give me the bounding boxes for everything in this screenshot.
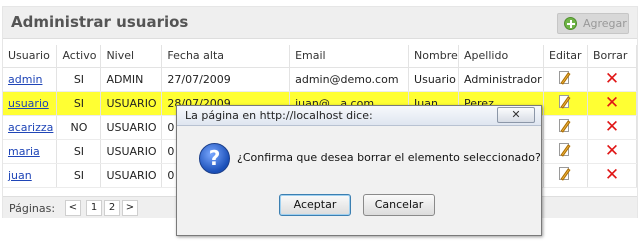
page-1-button[interactable]: 1 [86,200,102,216]
col-fecha-alta[interactable]: Fecha alta [161,45,291,68]
cell-activo: SI [56,67,102,92]
col-usuario[interactable]: Usuario [3,45,58,68]
edit-icon[interactable] [558,94,572,110]
delete-icon[interactable]: ✕ [605,166,619,183]
pagination-label: Páginas: [9,202,56,215]
col-apellido[interactable]: Apellido [458,45,544,68]
edit-icon[interactable] [558,118,572,134]
page-2-button[interactable]: 2 [104,200,120,216]
edit-icon[interactable] [558,142,572,158]
table-row: admin SI ADMIN 27/07/2009 admin@demo.com… [3,67,638,92]
edit-icon[interactable] [558,166,572,182]
delete-icon[interactable]: ✕ [605,118,619,135]
add-user-button[interactable]: Agregar [557,13,629,34]
table-header-row: Usuario Activo Nivel Fecha alta Email No… [3,45,638,68]
cell-nivel: USUARIO [100,139,163,164]
user-link[interactable]: acarizza [8,121,53,134]
col-nivel[interactable]: Nivel [100,45,163,68]
cell-activo: NO [56,115,102,140]
user-link[interactable]: admin [8,73,42,86]
cell-activo: SI [56,91,102,116]
panel-header: Administrar usuarios Agregar [3,7,637,39]
user-link[interactable]: juan [8,169,32,182]
question-icon: ? [199,143,230,174]
delete-icon[interactable]: ✕ [605,94,619,111]
confirm-dialog: La página en http://localhost dice: ✕ ? … [176,105,542,236]
cell-email: admin@demo.com [289,67,410,92]
col-nombre[interactable]: Nombre [408,45,460,68]
col-activo[interactable]: Activo [56,45,102,68]
cell-nivel: USUARIO [100,91,163,116]
col-email[interactable]: Email [289,45,410,68]
delete-icon[interactable]: ✕ [605,70,619,87]
user-link[interactable]: maria [8,145,40,158]
prev-page-button[interactable]: < [65,200,81,216]
cell-nombre: Usuario [408,67,460,92]
add-user-label: Agregar [583,17,627,30]
cell-activo: SI [56,139,102,164]
dialog-title: La página en http://localhost dice: [185,109,373,122]
dialog-message: ¿Confirma que desea borrar el elemento s… [237,151,541,164]
next-page-button[interactable]: > [122,200,138,216]
cell-nivel: ADMIN [100,67,163,92]
col-borrar: Borrar [587,45,638,68]
cancel-button[interactable]: Cancelar [363,194,435,216]
cell-apellido: Administrador [458,67,544,92]
delete-icon[interactable]: ✕ [605,142,619,159]
edit-icon[interactable] [558,70,572,86]
cell-nivel: USUARIO [100,115,163,140]
close-icon[interactable]: ✕ [497,107,535,123]
dialog-titlebar: La página en http://localhost dice: ✕ [177,106,541,126]
cell-fecha: 27/07/2009 [161,67,291,92]
accept-button[interactable]: Aceptar [279,194,351,216]
page-title: Administrar usuarios [11,13,189,31]
cell-activo: SI [56,163,102,188]
cell-nivel: USUARIO [100,163,163,188]
plus-circle-icon [564,17,577,30]
user-link[interactable]: usuario [8,97,49,110]
col-editar: Editar [543,45,588,68]
